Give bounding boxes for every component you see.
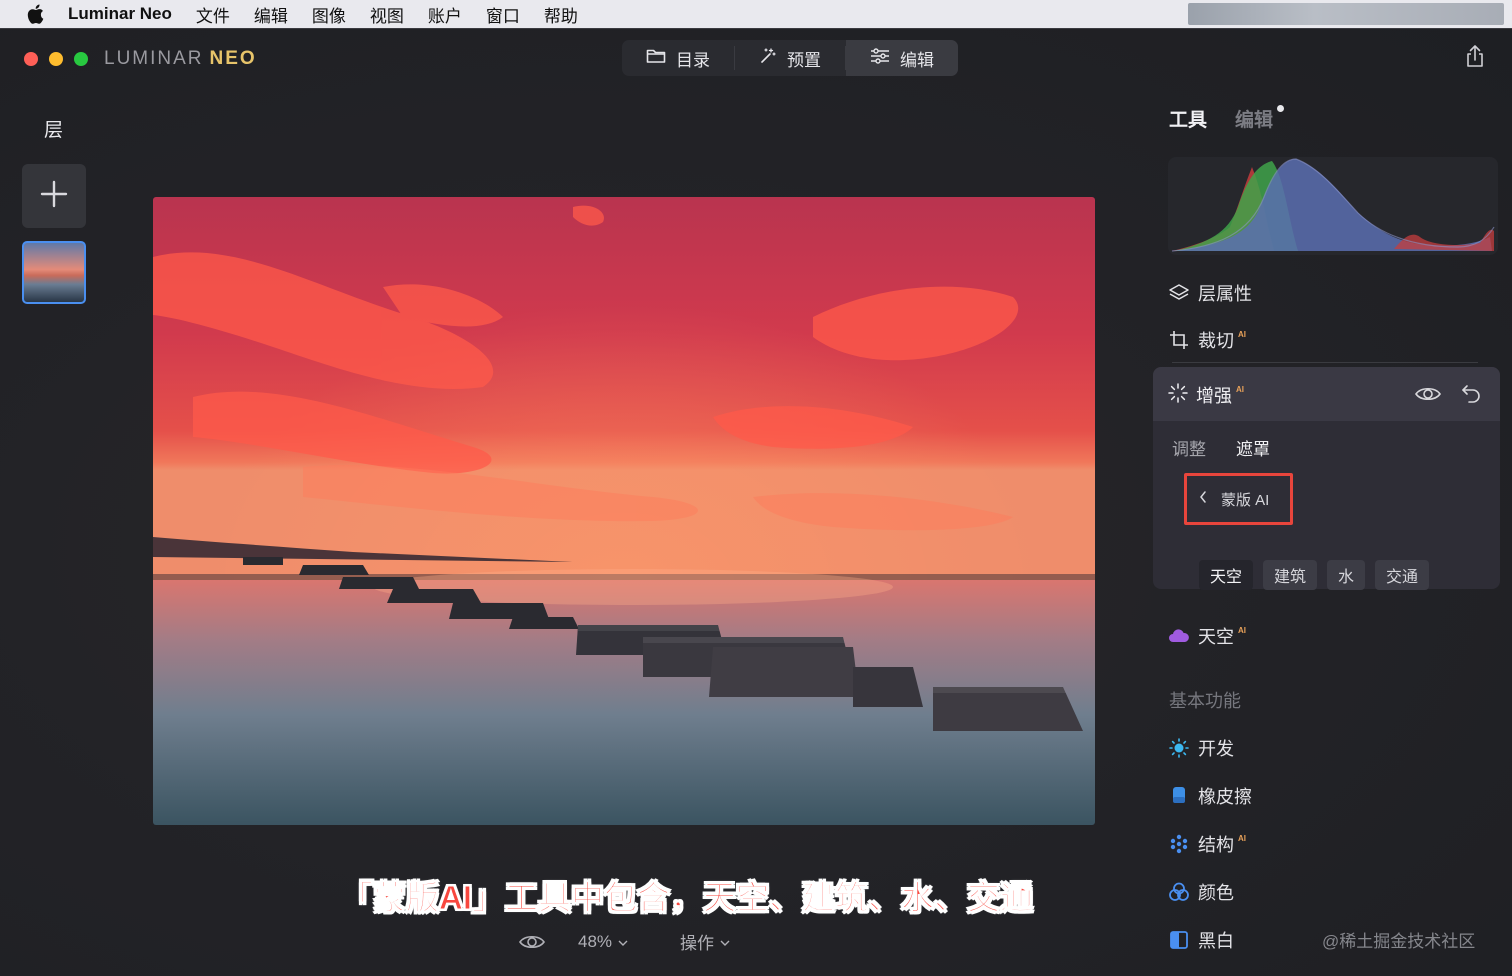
tool-label: 颜色	[1198, 883, 1234, 903]
crop-icon	[1168, 329, 1190, 351]
eraser-icon	[1168, 785, 1190, 807]
enhance-header[interactable]: 增强 AI	[1153, 367, 1500, 421]
menu-account[interactable]: 账户	[428, 2, 462, 27]
actions-label: 操作	[680, 934, 715, 953]
add-layer-button[interactable]	[22, 164, 86, 228]
ai-badge: AI	[1238, 329, 1246, 339]
app-logo: LUMINAR NEO	[104, 48, 257, 70]
chip-water[interactable]: 水	[1327, 560, 1366, 590]
share-icon	[1465, 44, 1485, 73]
reset-undo-icon[interactable]	[1460, 382, 1482, 404]
tool-sky[interactable]: 天空 AI	[1168, 623, 1246, 649]
tool-label: 层属性	[1198, 284, 1252, 304]
tool-develop[interactable]: 开发	[1168, 735, 1234, 761]
menu-window[interactable]: 窗口	[486, 2, 520, 27]
color-icon	[1168, 881, 1190, 903]
chevron-down-icon	[720, 932, 730, 952]
tool-eraser[interactable]: 橡皮擦	[1168, 783, 1252, 809]
sun-icon	[1168, 737, 1190, 759]
tab-label: 预置	[787, 50, 821, 70]
subtab-mask[interactable]: 遮罩	[1236, 435, 1270, 460]
menu-app-name[interactable]: Luminar Neo	[68, 4, 172, 24]
minimize-button[interactable]	[49, 52, 63, 66]
mask-ai-chips: 天空 建筑 水 交通	[1199, 560, 1430, 590]
sparkle-icon	[1168, 382, 1188, 408]
enhance-label: 增强	[1196, 386, 1232, 406]
photo-canvas[interactable]	[153, 197, 1095, 825]
layer-thumbnail[interactable]	[22, 241, 86, 304]
apple-icon[interactable]	[24, 3, 46, 25]
histogram	[1168, 157, 1498, 255]
tab-label: 目录	[676, 50, 710, 70]
mask-ai-label: 蒙版 AI	[1221, 491, 1270, 509]
tool-label: 天空	[1198, 627, 1234, 647]
panel-tabs: 工具 编辑	[1169, 105, 1285, 132]
visibility-eye-icon[interactable]	[1414, 383, 1442, 405]
main-nav: 目录 预置 编辑	[622, 40, 958, 76]
tool-label: 结构	[1198, 835, 1234, 855]
tool-color[interactable]: 颜色	[1168, 879, 1234, 905]
menu-view[interactable]: 视图	[370, 2, 404, 27]
chip-buildings[interactable]: 建筑	[1263, 560, 1318, 590]
tool-label: 黑白	[1198, 931, 1234, 951]
zoom-button[interactable]	[74, 52, 88, 66]
status-area-redacted	[1188, 3, 1504, 25]
close-button[interactable]	[24, 52, 38, 66]
tab-edits[interactable]: 编辑	[1235, 105, 1285, 132]
ai-badge: AI	[1238, 625, 1246, 635]
layers-icon	[1168, 282, 1190, 304]
tab-catalog[interactable]: 目录	[622, 40, 734, 76]
sparkle-icon	[759, 47, 777, 70]
bw-icon	[1168, 929, 1190, 951]
chevron-left-icon	[1199, 490, 1207, 508]
enhance-panel: 增强 AI 调整 遮罩 蒙版 AI 天空 建筑 水 交通	[1153, 367, 1500, 590]
tool-layer-properties[interactable]: 层属性	[1168, 280, 1252, 306]
enhance-title: 增强 AI	[1168, 382, 1244, 408]
app-window: LUMINAR NEO 目录 预置 编辑 层 「蒙版AI」工具中包含，天空、建筑…	[0, 28, 1512, 976]
menu-file[interactable]: 文件	[196, 2, 230, 27]
tool-label: 开发	[1198, 739, 1234, 759]
tool-label: 橡皮擦	[1198, 787, 1252, 807]
overlay-caption: 「蒙版AI」工具中包含，天空、建筑、水、交通	[340, 879, 1034, 917]
menu-edit[interactable]: 编辑	[254, 2, 288, 27]
menu-bar: Luminar Neo 文件 编辑 图像 视图 账户 窗口 帮助	[0, 0, 1512, 28]
logo-text-right: NEO	[209, 48, 257, 69]
menu-help[interactable]: 帮助	[544, 2, 578, 27]
zoom-dropdown[interactable]: 48%	[578, 932, 628, 952]
ai-badge: AI	[1238, 833, 1246, 843]
cloud-icon	[1168, 625, 1190, 647]
tab-label: 编辑	[900, 50, 934, 70]
layers-title: 层	[44, 120, 64, 141]
compare-eye-icon[interactable]	[518, 932, 546, 952]
tab-edit[interactable]: 编辑	[846, 40, 958, 76]
canvas-toolbar: 48% 操作	[518, 929, 730, 954]
title-bar: LUMINAR NEO 目录 预置 编辑	[0, 29, 1512, 89]
section-divider	[1172, 362, 1478, 363]
chevron-down-icon	[618, 932, 628, 952]
actions-dropdown[interactable]: 操作	[680, 929, 730, 954]
ai-badge: AI	[1236, 384, 1244, 394]
subtab-adjust[interactable]: 调整	[1172, 435, 1206, 460]
folder-icon	[646, 48, 666, 69]
tool-structure[interactable]: 结构 AI	[1168, 831, 1246, 857]
chip-sky[interactable]: 天空	[1199, 560, 1254, 590]
tab-presets[interactable]: 预置	[735, 40, 845, 76]
sliders-icon	[870, 47, 890, 69]
section-basic: 基本功能	[1169, 691, 1241, 711]
structure-icon	[1168, 833, 1190, 855]
share-button[interactable]	[1464, 44, 1486, 73]
mask-ai-back-button[interactable]: 蒙版 AI	[1184, 473, 1293, 525]
enhance-subtabs: 调整 遮罩	[1172, 435, 1270, 460]
window-controls	[24, 52, 88, 66]
chip-transport[interactable]: 交通	[1375, 560, 1430, 590]
tool-label: 裁切	[1198, 331, 1234, 351]
menu-image[interactable]: 图像	[312, 2, 346, 27]
tool-black-white[interactable]: 黑白	[1168, 927, 1234, 953]
watermark: @稀土掘金技术社区	[1322, 932, 1476, 951]
plus-icon	[40, 180, 68, 213]
tab-tools[interactable]: 工具	[1169, 105, 1207, 132]
zoom-value: 48%	[578, 931, 613, 951]
tool-crop[interactable]: 裁切 AI	[1168, 327, 1246, 353]
logo-text-left: LUMINAR	[104, 48, 204, 69]
